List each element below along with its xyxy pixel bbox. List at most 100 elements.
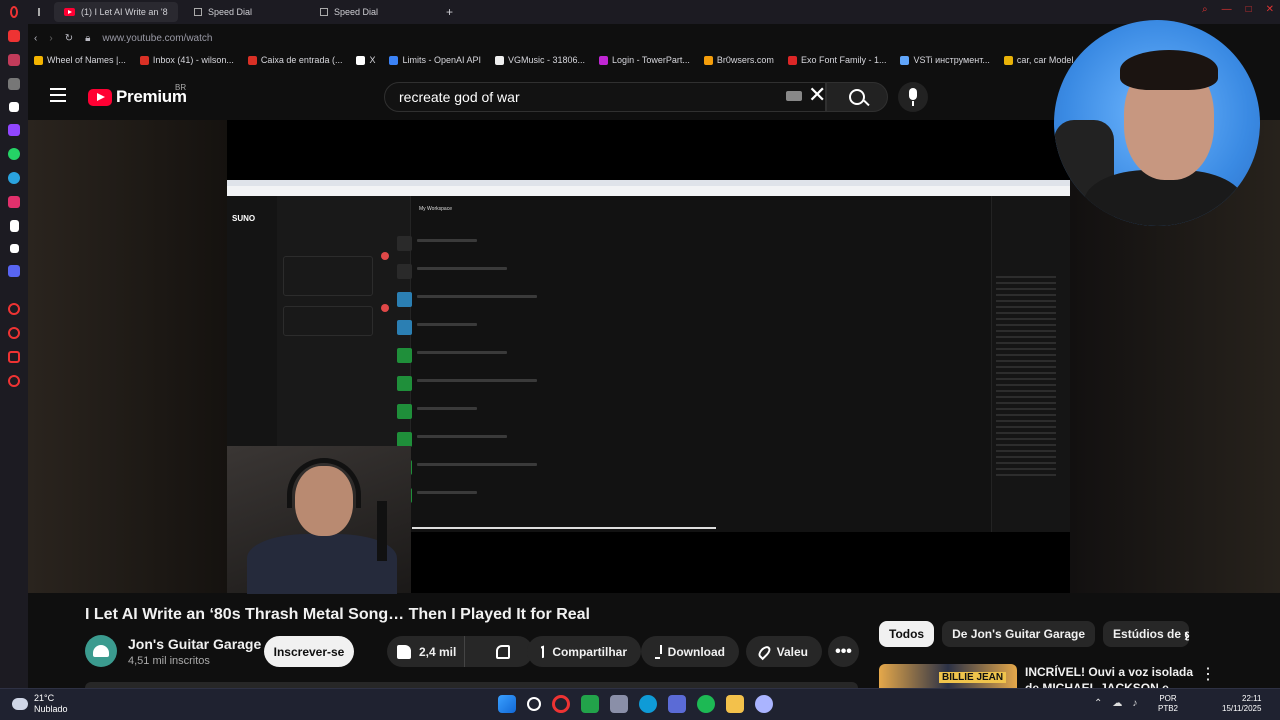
snipping-tool-icon[interactable] — [610, 695, 628, 713]
history-icon[interactable] — [8, 327, 20, 339]
bookmark-label: Exo Font Family - 1... — [800, 55, 887, 65]
browser-tab-bar: (1) I Let AI Write an '8 Speed Dial Spee… — [0, 0, 1280, 24]
bookmark-favicon-icon — [599, 55, 609, 65]
grid-icon — [320, 8, 328, 16]
tab-speed-dial-1[interactable]: Speed Dial — [184, 2, 310, 22]
subscribe-button[interactable]: Inscrever-se — [264, 636, 354, 667]
x-icon[interactable] — [9, 244, 19, 253]
microphone-icon[interactable]: ♪ — [1132, 698, 1137, 709]
bookmark-favicon-icon — [389, 55, 399, 65]
chip-all[interactable]: Todos — [879, 621, 935, 647]
spotify-icon[interactable] — [697, 695, 715, 713]
minimize-icon[interactable]: — — [1222, 4, 1232, 15]
system-clock[interactable]: 22:11 15/11/2025 — [1222, 694, 1261, 714]
tiktok-icon[interactable] — [9, 220, 19, 232]
search-input[interactable]: recreate god of war — [384, 82, 826, 112]
tab-youtube[interactable]: (1) I Let AI Write an '8 — [54, 2, 178, 22]
workspaces-icon[interactable] — [28, 2, 50, 22]
bookmark-label: Br0wsers.com — [716, 55, 774, 65]
maximize-icon[interactable]: □ — [1246, 4, 1252, 15]
bookmark-item[interactable]: Login - TowerPart... — [599, 55, 690, 65]
search-tabs-icon[interactable]: ⌕ — [1202, 4, 1208, 15]
suno-song-row — [417, 491, 477, 494]
instagram-icon[interactable] — [8, 196, 20, 208]
bookmark-item[interactable]: X — [356, 55, 375, 65]
bookmark-favicon-icon — [247, 55, 257, 65]
bookmark-item[interactable]: VSTi инструмент... — [900, 55, 990, 65]
voice-search-button[interactable] — [898, 82, 928, 112]
recommendation-title[interactable]: INCRÍVEL! Ouvi a voz isolada de MICHAEL … — [1025, 664, 1195, 688]
url-field[interactable]: www.youtube.com/watch — [102, 33, 212, 44]
like-button[interactable]: 2,4 mil — [387, 636, 465, 667]
tab-speed-dial-2[interactable]: Speed Dial — [310, 2, 436, 22]
bookmark-item[interactable]: Caixa de entrada (... — [247, 55, 343, 65]
bookmark-item[interactable]: Exo Font Family - 1... — [787, 55, 887, 65]
twitch-icon[interactable] — [8, 124, 20, 136]
bookmark-item[interactable]: Inbox (41) - wilson... — [139, 55, 234, 65]
app-icon[interactable] — [755, 695, 773, 713]
bookmark-label: Caixa de entrada (... — [260, 55, 343, 65]
bookmarks-icon[interactable] — [8, 78, 20, 90]
opera-menu-icon[interactable] — [0, 2, 28, 22]
bookmark-favicon-icon — [495, 55, 504, 65]
bookmark-label: Wheel of Names |... — [47, 55, 126, 65]
player-icon[interactable] — [8, 303, 20, 315]
bookmark-item[interactable]: Br0wsers.com — [703, 55, 774, 65]
bookmark-favicon-icon — [139, 55, 149, 65]
xbox-icon[interactable] — [581, 695, 599, 713]
bookmark-item[interactable]: Limits - OpenAI API — [389, 55, 481, 65]
telegram-icon[interactable] — [8, 172, 20, 184]
suno-logo: SUNO — [232, 214, 256, 223]
download-button[interactable]: Download — [641, 636, 739, 667]
keyboard-icon[interactable] — [786, 91, 802, 101]
lock-icon: 🔒︎ — [85, 32, 91, 44]
speed-dial-icon[interactable] — [8, 30, 20, 42]
weather-widget[interactable]: 21°C Nublado — [12, 693, 68, 715]
whatsapp-icon[interactable] — [8, 148, 20, 160]
suno-song-row — [417, 267, 507, 270]
arrow-icon[interactable] — [9, 102, 19, 112]
suno-song-thumbnail — [397, 292, 412, 307]
super-thanks-icon — [756, 643, 773, 660]
youtube-premium-logo[interactable]: Premium — [88, 87, 187, 107]
more-actions-button[interactable]: ••• — [828, 636, 859, 667]
ambient-left — [28, 120, 227, 593]
search-icon[interactable] — [527, 697, 541, 711]
dislike-button[interactable] — [473, 636, 533, 667]
thanks-button[interactable]: Valeu — [746, 636, 822, 667]
weather-temp: 21°C — [34, 693, 55, 703]
opera-gx-icon[interactable] — [552, 695, 570, 713]
cloud-sync-icon[interactable]: ☁ — [1112, 698, 1122, 709]
download-icon — [655, 644, 662, 659]
reload-icon[interactable]: ↻ — [65, 33, 73, 44]
windows-start-icon[interactable] — [498, 695, 516, 713]
aria-icon[interactable] — [8, 54, 20, 66]
edge-icon[interactable] — [639, 695, 657, 713]
forward-icon[interactable]: › — [49, 33, 52, 44]
search-button[interactable] — [826, 82, 888, 112]
discord-icon[interactable] — [8, 265, 20, 277]
chip-channel[interactable]: De Jon's Guitar Garage — [942, 621, 1096, 647]
suno-song-row — [417, 379, 537, 382]
channel-name[interactable]: Jon's Guitar Garage — [128, 636, 261, 652]
close-window-icon[interactable]: ✕ — [1266, 4, 1274, 15]
channel-avatar[interactable] — [85, 635, 117, 667]
settings-gear-icon[interactable] — [8, 375, 20, 387]
language-indicator[interactable]: POR PTB2 — [1158, 694, 1178, 714]
file-explorer-icon[interactable] — [726, 695, 744, 713]
discord-app-icon[interactable] — [668, 695, 686, 713]
bookmark-item[interactable]: VGMusic - 31806... — [495, 55, 585, 65]
extensions-icon[interactable] — [8, 351, 20, 363]
chevron-right-icon[interactable]: › — [1184, 625, 1190, 646]
chevron-up-icon[interactable]: ⌃ — [1094, 698, 1102, 709]
clear-search-icon[interactable]: ✕ — [808, 84, 826, 106]
bookmark-item[interactable]: Wheel of Names |... — [34, 55, 126, 65]
chip-studios[interactable]: Estúdios de gr — [1103, 621, 1190, 647]
share-button[interactable]: Compartilhar — [527, 636, 641, 667]
recommendation-thumbnail[interactable]: BILLIE JEAN — [879, 664, 1017, 688]
back-icon[interactable]: ‹ — [34, 33, 37, 44]
video-player[interactable]: SUNO My Workspace — [227, 120, 1070, 594]
recommendation-menu-icon[interactable]: ⋮ — [1200, 664, 1216, 684]
menu-icon[interactable] — [50, 88, 66, 102]
new-tab-button[interactable]: + — [436, 2, 463, 22]
